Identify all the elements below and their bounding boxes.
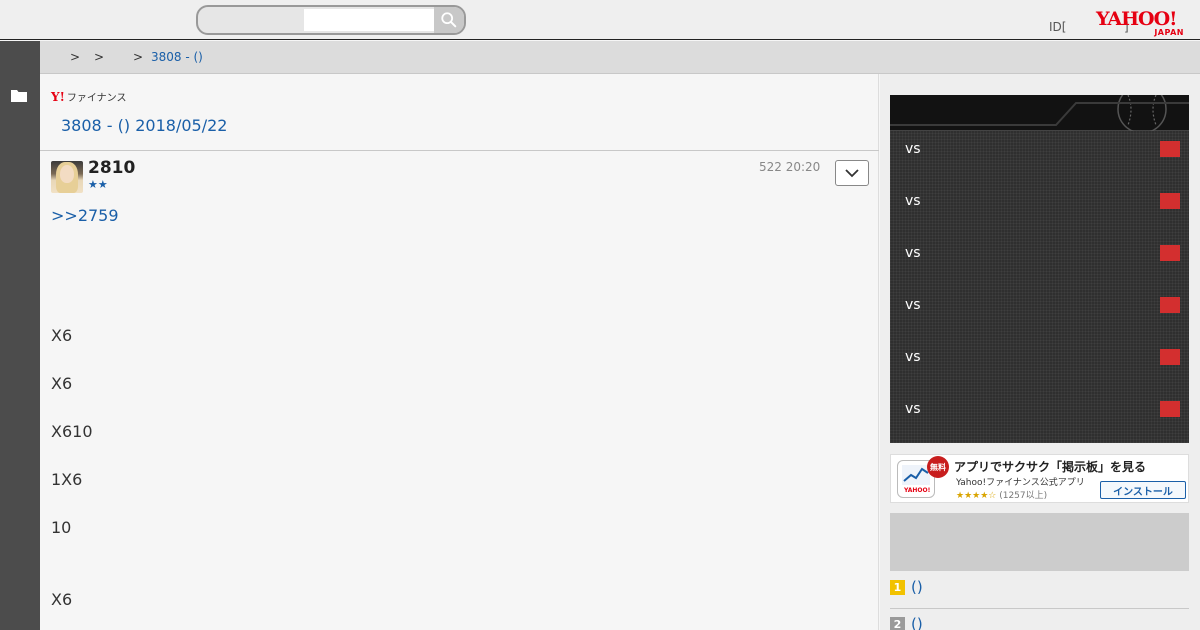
chart-line-icon: [902, 465, 930, 485]
post-body-line: 10: [51, 518, 72, 537]
game-status-badge: [1160, 401, 1180, 417]
app-icon-yahoo-mark: YAHOO!: [904, 487, 931, 494]
post-body-line: 1X6: [51, 470, 83, 489]
rank-number: 2: [890, 617, 905, 630]
game-row[interactable]: vs: [890, 235, 1189, 287]
game-status-badge: [1160, 245, 1180, 261]
game-vs-label: vs: [905, 141, 921, 157]
avatar-face: [60, 165, 74, 183]
post-body-line: X6: [51, 590, 73, 609]
ranking-item[interactable]: 2 (): [890, 610, 1189, 630]
thread-title[interactable]: 3808 - () 2018/05/22: [61, 116, 227, 135]
game-status-badge: [1160, 297, 1180, 313]
app-ad-subtitle: Yahoo!ファイナンス公式アプリ: [956, 478, 1085, 488]
breadcrumb-separator: >: [133, 50, 144, 64]
ad-placeholder: [890, 513, 1189, 571]
user-rating-stars: ★★: [88, 178, 108, 191]
baseball-scoreboard: vs vs vs vs vs vs: [890, 95, 1189, 443]
app-install-banner[interactable]: YAHOO! 無料 アプリでサクサク「掲示板」を見る Yahoo!ファイナンス公…: [890, 454, 1189, 503]
game-row[interactable]: vs: [890, 183, 1189, 235]
search-button[interactable]: [434, 7, 464, 33]
game-vs-label: vs: [905, 349, 921, 365]
app-rating-stars: ★★★★☆: [956, 491, 997, 501]
game-vs-label: vs: [905, 297, 921, 313]
post-username[interactable]: 2810: [88, 158, 135, 178]
game-status-badge: [1160, 349, 1180, 365]
search-input[interactable]: [304, 9, 434, 31]
app-rating-count: (1257以上): [999, 491, 1048, 501]
search-box: [196, 5, 466, 35]
ranking-item[interactable]: 1 (): [890, 573, 1189, 609]
post-date: 522 20:20: [759, 160, 821, 174]
install-button[interactable]: インストール: [1100, 481, 1186, 499]
post-body-line: X610: [51, 422, 93, 441]
game-row[interactable]: vs: [890, 131, 1189, 183]
rank-number: 1: [890, 580, 905, 595]
sidebar: vs vs vs vs vs vs YAHOO! 無料 アプリでサクサク「掲示板…: [880, 74, 1200, 630]
yahoo-japan-logo[interactable]: YAHOO! JAPAN: [1096, 9, 1188, 37]
main-content: Y! ファイナンス 3808 - () 2018/05/22 2810 ★★ 5…: [40, 74, 879, 630]
chevron-down-icon: [845, 169, 859, 178]
divider: [40, 150, 879, 151]
scoreboard-header-stripe: [890, 102, 1189, 126]
folder-icon[interactable]: [11, 89, 27, 102]
scoreboard-header: [890, 95, 1189, 131]
top-header: ID[ ] YAHOO! JAPAN: [0, 0, 1200, 40]
login-id-label[interactable]: ID[: [1049, 20, 1066, 34]
ranking-label[interactable]: (): [911, 578, 923, 596]
app-ad-title: アプリでサクサク「掲示板」を見る: [954, 460, 1147, 474]
reply-reference-link[interactable]: >>2759: [51, 206, 119, 225]
game-row[interactable]: vs: [890, 339, 1189, 391]
breadcrumb-current[interactable]: 3808 - (): [151, 50, 203, 64]
yahoo-logo-sub: JAPAN: [1154, 28, 1184, 37]
game-row[interactable]: vs: [890, 287, 1189, 339]
app-rating: ★★★★☆ (1257以上): [956, 488, 1047, 501]
game-vs-label: vs: [905, 401, 921, 417]
search-icon: [441, 12, 457, 28]
post-menu-button[interactable]: [835, 160, 869, 186]
post-body-line: X6: [51, 374, 73, 393]
free-badge: 無料: [927, 456, 949, 478]
finance-logo-text: ファイナンス: [66, 93, 127, 104]
avatar[interactable]: [51, 161, 83, 193]
game-status-badge: [1160, 141, 1180, 157]
post-body-line: X6: [51, 326, 73, 345]
finance-logo-mark: Y!: [51, 89, 65, 104]
breadcrumb-separator: >: [70, 50, 81, 64]
breadcrumb: > > > 3808 - (): [40, 41, 1200, 74]
ranking-label[interactable]: (): [911, 615, 923, 630]
left-rail: [0, 41, 40, 630]
breadcrumb-separator: >: [94, 50, 105, 64]
game-row[interactable]: vs: [890, 391, 1189, 443]
yahoo-logo-main: YAHOO!: [1096, 8, 1177, 30]
game-status-badge: [1160, 193, 1180, 209]
game-vs-label: vs: [905, 245, 921, 261]
finance-logo[interactable]: Y! ファイナンス: [51, 89, 127, 105]
game-vs-label: vs: [905, 193, 921, 209]
